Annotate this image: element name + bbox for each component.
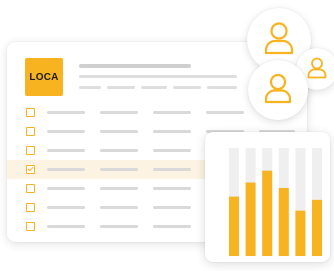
table-cell-placeholder — [100, 225, 138, 228]
table-cell-placeholder — [153, 149, 191, 152]
avatar-medium — [248, 60, 308, 120]
table-cell-placeholder — [100, 111, 138, 114]
table-cell-placeholder — [47, 168, 85, 171]
bar-chart-card — [205, 132, 330, 262]
bar-chart — [229, 148, 322, 256]
table-cell-placeholder — [153, 111, 191, 114]
bar — [312, 199, 322, 256]
bar — [245, 182, 256, 256]
table-cell-placeholder — [100, 130, 138, 133]
user-icon — [264, 73, 292, 104]
table-cell-placeholder — [47, 130, 85, 133]
checkbox-icon[interactable] — [26, 184, 35, 193]
table-cell-placeholder — [153, 225, 191, 228]
table-cell-placeholder — [153, 187, 191, 190]
table-cell-placeholder — [153, 168, 191, 171]
app-logo: LOCA — [25, 58, 63, 96]
table-cell-placeholder — [100, 149, 138, 152]
table-cell-placeholder — [100, 168, 138, 171]
table-cell-placeholder — [47, 206, 85, 209]
checkbox-icon[interactable] — [26, 203, 35, 212]
table-cell-placeholder — [47, 149, 85, 152]
table-cell-placeholder — [47, 111, 85, 114]
bar — [229, 196, 239, 256]
bar — [262, 170, 273, 256]
table-cell-placeholder — [206, 111, 244, 114]
checkbox-checked-icon[interactable] — [26, 165, 35, 174]
table-cell-placeholder — [100, 206, 138, 209]
table-cell-placeholder — [47, 225, 85, 228]
bar — [278, 187, 289, 256]
checkbox-icon[interactable] — [26, 146, 35, 155]
table-cell-placeholder — [47, 187, 85, 190]
table-cell-placeholder — [153, 206, 191, 209]
table-cell-placeholder — [153, 130, 191, 133]
table-cell-placeholder — [100, 187, 138, 190]
bar — [295, 210, 306, 256]
checkbox-icon[interactable] — [26, 108, 35, 117]
checkbox-icon[interactable] — [26, 222, 35, 231]
checkbox-icon[interactable] — [26, 127, 35, 136]
